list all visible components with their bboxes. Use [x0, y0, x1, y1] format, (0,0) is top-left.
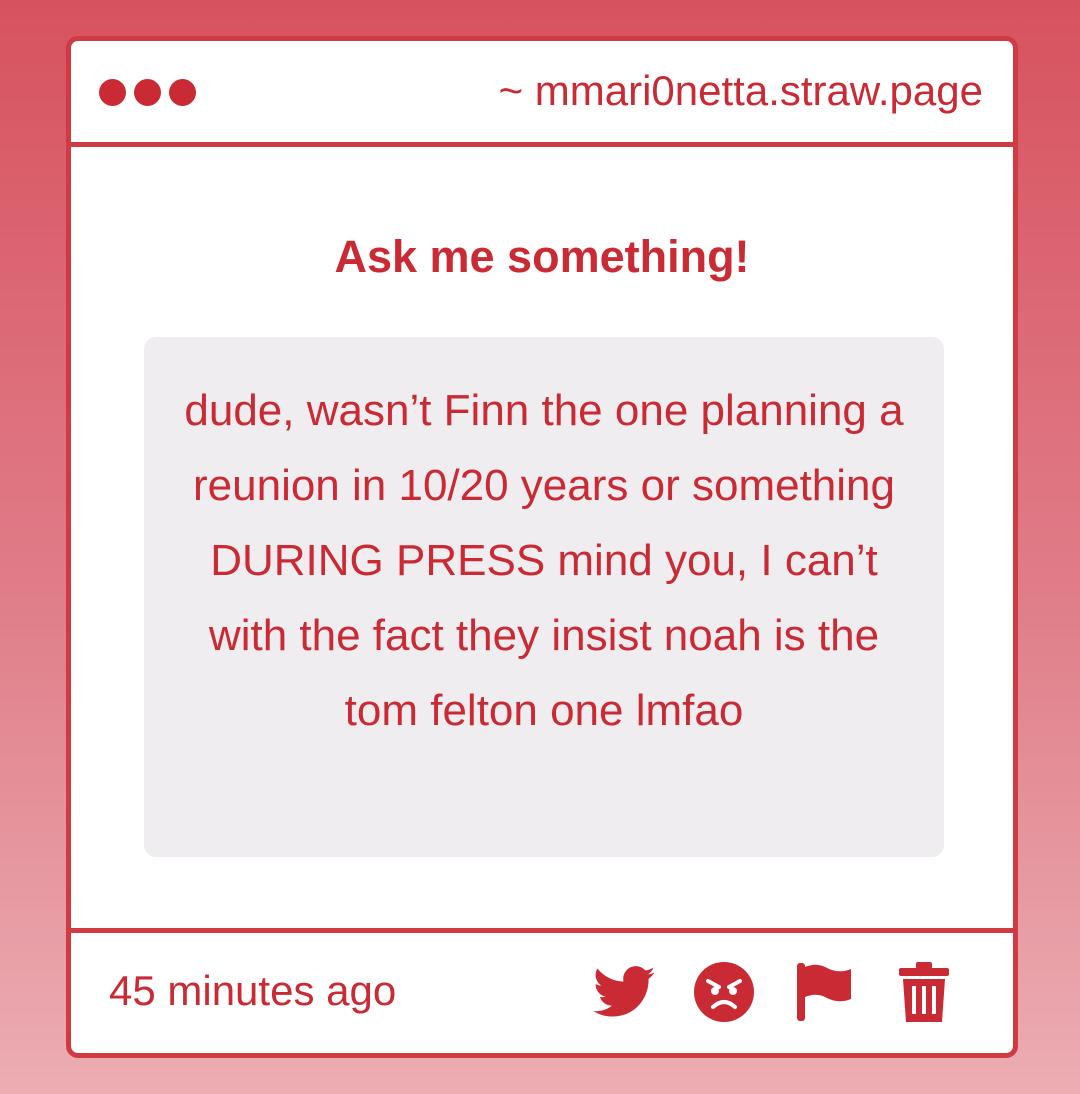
- page-title: Ask me something!: [334, 231, 750, 282]
- card-footer: 45 minutes ago: [71, 928, 1013, 1053]
- action-bar: [593, 961, 955, 1023]
- page-url[interactable]: ~ mmari0netta.straw.page: [499, 67, 983, 115]
- angry-face-icon[interactable]: [693, 961, 755, 1023]
- flag-icon[interactable]: [793, 961, 855, 1023]
- window-controls: [99, 79, 196, 106]
- window-dot: [99, 79, 126, 106]
- window-titlebar: ~ mmari0netta.straw.page: [71, 41, 1013, 147]
- question-box: dude, wasn’t Finn the one planning a reu…: [144, 337, 944, 857]
- question-text: dude, wasn’t Finn the one planning a reu…: [184, 386, 904, 735]
- twitter-icon[interactable]: [593, 961, 655, 1023]
- window-dot: [134, 79, 161, 106]
- ask-card: ~ mmari0netta.straw.page Ask me somethin…: [66, 36, 1018, 1058]
- timestamp: 45 minutes ago: [109, 967, 397, 1014]
- trash-icon[interactable]: [893, 961, 955, 1023]
- window-dot: [169, 79, 196, 106]
